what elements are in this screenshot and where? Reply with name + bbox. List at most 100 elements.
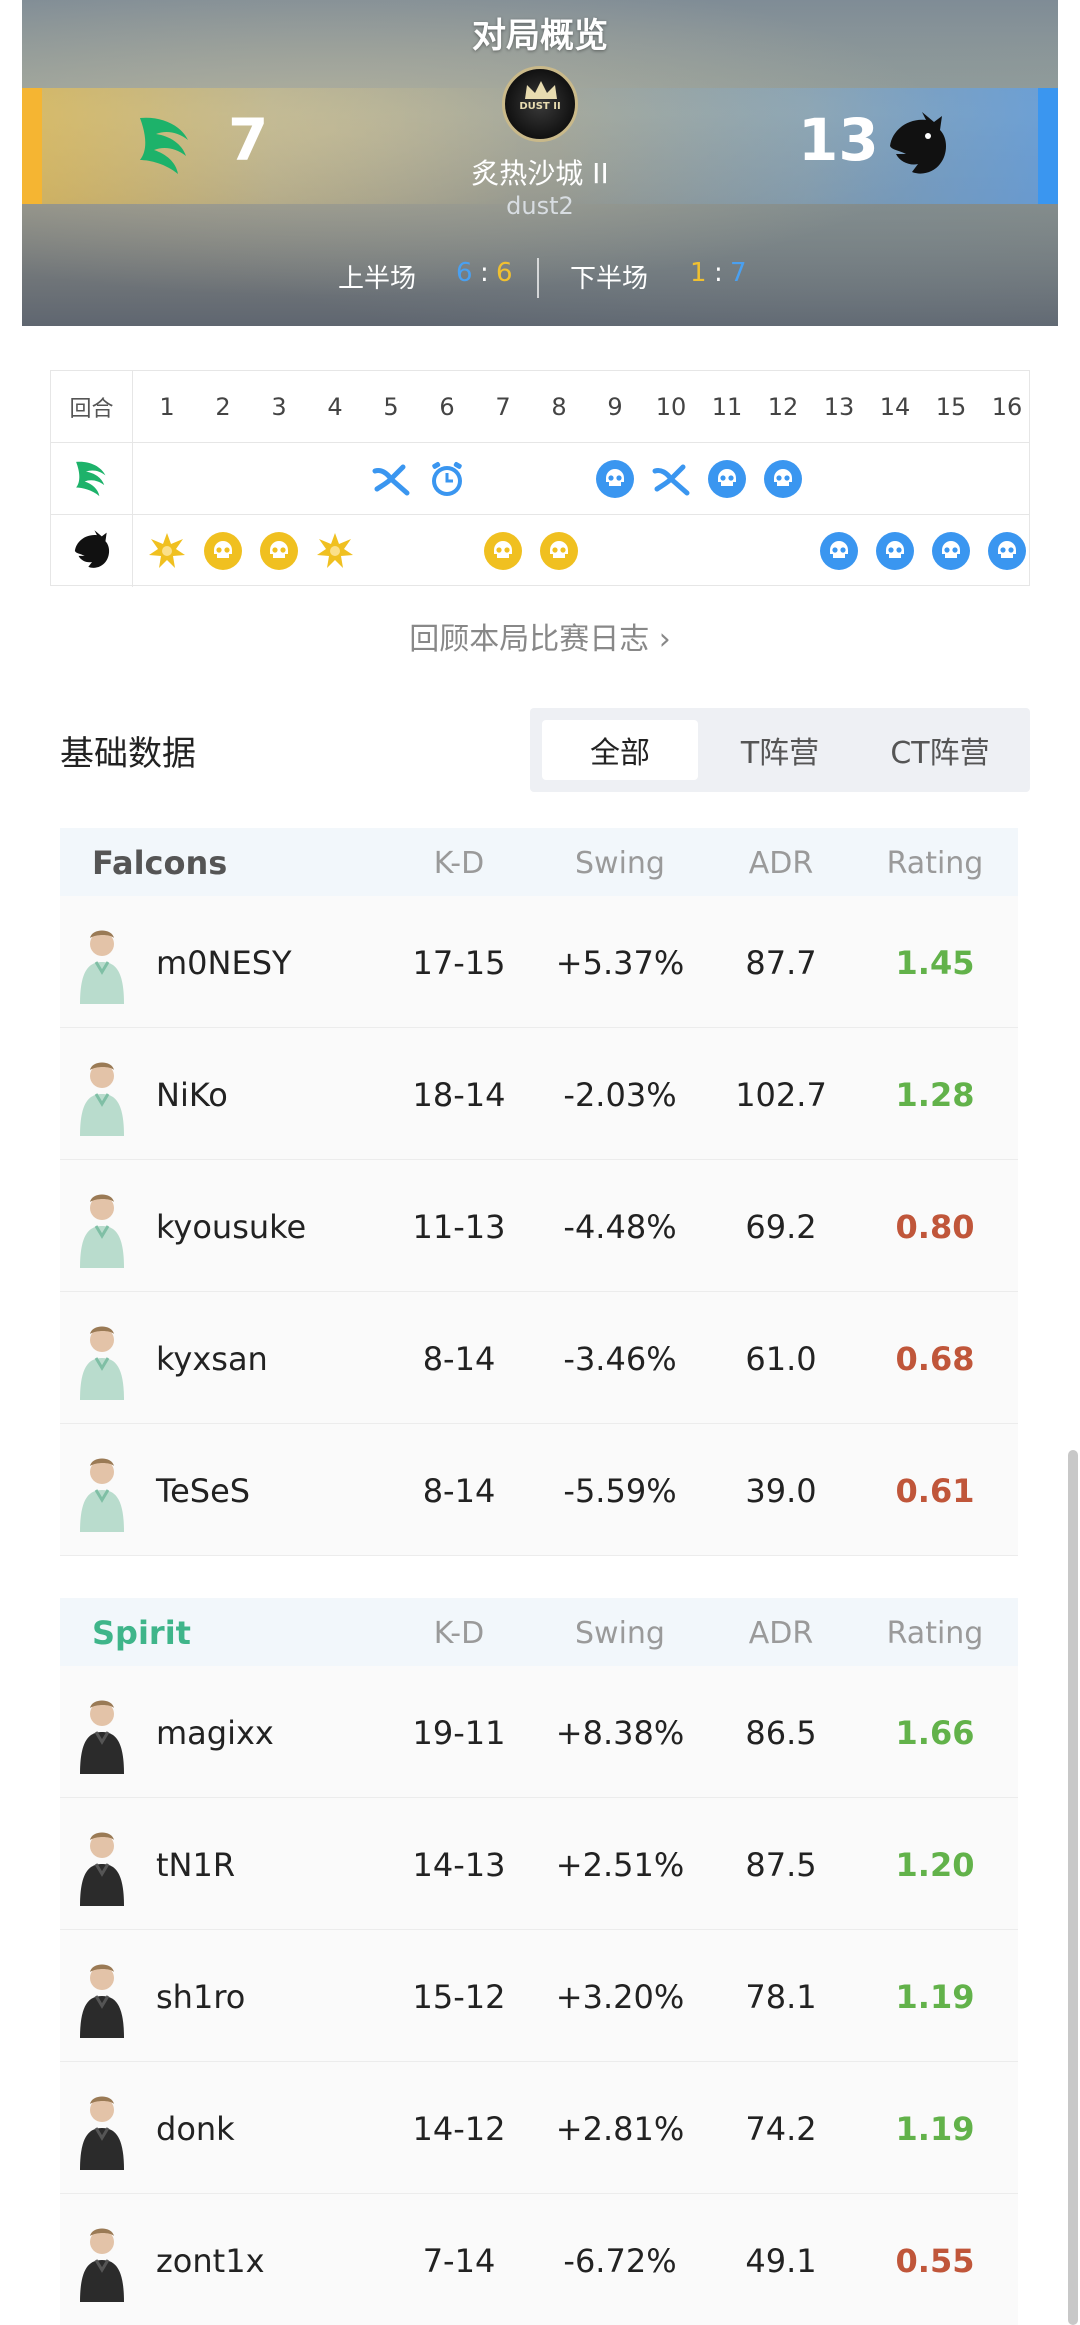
player-swing: -4.48% [563,1208,677,1246]
player-kd: 19-11 [412,1714,506,1752]
player-name: donk [156,2110,235,2148]
map-name: 炙热沙城 II [471,157,609,190]
player-rating: 1.20 [895,1846,975,1884]
round-number: 7 [495,393,511,421]
col-swing: Swing [575,846,665,881]
skull-icon[interactable] [259,531,299,571]
skull-icon[interactable] [875,531,915,571]
side-filter-tabs: 全部 T阵营 CT阵营 [530,708,1030,792]
player-swing: +5.37% [555,944,685,982]
tab-all[interactable]: 全部 [542,720,698,780]
player-row[interactable]: zont1x 7-14 -6.72% 49.1 0.55 [60,2194,1018,2325]
falcons-logo-icon [75,461,105,497]
round-number: 2 [215,393,231,421]
col-kd: K-D [433,1616,485,1651]
round-number: 8 [551,393,567,421]
explosion-icon[interactable] [147,531,187,571]
second-half-left-score: 1 [690,258,707,288]
player-avatar [72,1822,132,1906]
skull-icon[interactable] [819,531,859,571]
time-icon[interactable] [427,459,467,499]
player-avatar [72,2086,132,2170]
first-half-label: 上半场 [338,264,417,294]
player-adr: 49.1 [745,2242,817,2280]
skull-icon[interactable] [483,531,523,571]
player-avatar [72,1448,132,1532]
map-badge-icon: DUST II [502,66,578,142]
player-rating: 1.28 [895,1076,975,1114]
scrollbar[interactable] [1068,1450,1078,2325]
player-row[interactable]: magixx 19-11 +8.38% 86.5 1.66 [60,1666,1018,1798]
player-row[interactable]: donk 14-12 +2.81% 74.2 1.19 [60,2062,1018,2194]
round-number: 13 [823,393,855,421]
player-avatar [72,920,132,1004]
player-row[interactable]: kyousuke 11-13 -4.48% 69.2 0.80 [60,1160,1018,1292]
tab-ct-side[interactable]: CT阵营 [862,720,1018,780]
player-swing: +8.38% [555,1714,685,1752]
skull-icon[interactable] [595,459,635,499]
player-swing: +2.51% [555,1846,685,1884]
tab-t-side[interactable]: T阵营 [702,720,858,780]
player-name: zont1x [156,2242,265,2280]
player-avatar [72,1184,132,1268]
player-kd: 8-14 [422,1472,496,1510]
team2-rounds-logo [51,515,133,587]
crown-icon [525,81,557,99]
team2-rounds-row [51,515,1029,587]
first-half-sep: : [480,258,489,288]
player-rating: 0.80 [895,1208,975,1246]
map-code: dust2 [506,192,574,220]
skull-icon[interactable] [707,459,747,499]
skull-icon[interactable] [987,531,1027,571]
player-adr: 102.7 [735,1076,827,1114]
player-adr: 87.7 [745,944,817,982]
explosion-icon[interactable] [315,531,355,571]
skull-icon[interactable] [763,459,803,499]
player-kd: 18-14 [412,1076,506,1114]
second-half-sep: : [714,258,723,288]
col-rating: Rating [886,1616,984,1651]
round-number: 12 [767,393,799,421]
player-row[interactable]: m0NESY 17-15 +5.37% 87.7 1.45 [60,896,1018,1028]
player-row[interactable]: sh1ro 15-12 +3.20% 78.1 1.19 [60,1930,1018,2062]
player-avatar [72,1690,132,1774]
round-number: 16 [991,393,1023,421]
player-rating: 0.55 [895,2242,975,2280]
half-divider [537,258,539,298]
player-avatar [72,2218,132,2302]
player-rating: 1.45 [895,944,975,982]
player-row[interactable]: NiKo 18-14 -2.03% 102.7 1.28 [60,1028,1018,1160]
player-adr: 87.5 [745,1846,817,1884]
player-swing: +3.20% [555,1978,685,2016]
round-numbers-row: 回合 1 2 3 4 5 6 7 8 9 10 11 12 13 14 15 16 [51,371,1029,443]
player-adr: 74.2 [745,2110,817,2148]
player-adr: 61.0 [745,1340,817,1378]
player-adr: 78.1 [745,1978,817,2016]
spirit-logo-icon [74,530,109,568]
player-row[interactable]: TeSeS 8-14 -5.59% 39.0 0.61 [60,1424,1018,1556]
round-number: 1 [159,393,175,421]
player-rating: 0.61 [895,1472,975,1510]
skull-icon[interactable] [931,531,971,571]
player-kd: 7-14 [422,2242,496,2280]
player-kd: 14-12 [412,2110,506,2148]
player-row[interactable]: kyxsan 8-14 -3.46% 61.0 0.68 [60,1292,1018,1424]
defuse-icon[interactable] [651,459,691,499]
player-name: NiKo [156,1076,228,1114]
player-swing: -2.03% [563,1076,677,1114]
round-history-table: 回合 1 2 3 4 5 6 7 8 9 10 11 12 13 14 15 16 [50,370,1030,587]
round-number: 15 [935,393,967,421]
team1-name: Falcons [92,844,228,882]
review-match-log-link[interactable]: 回顾本局比赛日志 › [0,614,1080,658]
skull-icon[interactable] [203,531,243,571]
player-row[interactable]: tN1R 14-13 +2.51% 87.5 1.20 [60,1798,1018,1930]
team1-rounds-logo [51,443,133,515]
first-half-left-score: 6 [456,258,473,288]
player-name: sh1ro [156,1978,246,2016]
defuse-icon[interactable] [371,459,411,499]
round-number: 4 [327,393,343,421]
player-name: kyxsan [156,1340,268,1378]
col-swing: Swing [575,1616,665,1651]
team2-name: Spirit [92,1614,191,1652]
skull-icon[interactable] [539,531,579,571]
